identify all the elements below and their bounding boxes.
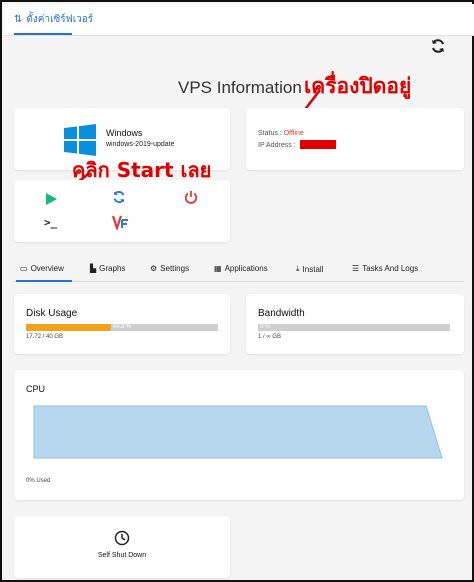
desktop-icon: ▭ — [20, 264, 28, 273]
ip-address-line: IP Address : — [258, 140, 336, 149]
status-line: Status : Offline — [258, 130, 304, 137]
top-navigation: ⇅ ตั้งค่าเซิร์ฟเวอร์ — [4, 4, 474, 36]
cpu-used-label: 0% Used — [26, 478, 51, 484]
app-frame: ⇅ ตั้งค่าเซิร์ฟเวอร์ VPS Information เคร… — [0, 0, 474, 582]
restart-button[interactable] — [112, 190, 128, 206]
cpu-usage-area — [33, 405, 443, 459]
active-tab-indicator — [16, 280, 72, 282]
stop-button[interactable] — [184, 190, 200, 206]
bandwidth-percent: 0 % — [260, 324, 271, 330]
active-tab-indicator — [14, 33, 72, 35]
disk-usage-detail: 17.72 / 40 GB — [26, 334, 64, 340]
bandwidth-detail: 1 / ∞ GB — [258, 334, 281, 340]
tab-server-settings-label: ตั้งค่าเซิร์ฟเวอร์ — [26, 14, 94, 25]
bandwidth-bar: 0 % — [258, 324, 450, 331]
disk-usage-card: Disk Usage 44.3 % 17.72 / 40 GB — [14, 294, 230, 354]
bandwidth-title: Bandwidth — [258, 308, 305, 319]
tab-install-label: Install — [302, 264, 324, 274]
cpu-title: CPU — [26, 384, 46, 394]
play-icon — [46, 193, 57, 205]
tab-tasks-and-logs[interactable]: ☰ Tasks And Logs — [352, 264, 418, 273]
bar-chart-icon: ▙ — [90, 264, 97, 273]
status-value: Offline — [283, 130, 304, 137]
os-version: windows-2019-update — [106, 141, 175, 148]
status-card: Status : Offline IP Address : — [246, 108, 464, 170]
sliders-icon: ⇅ — [14, 14, 23, 25]
gear-icon: ⚙ — [150, 264, 158, 273]
cpu-card: CPU 0% Used — [14, 370, 464, 500]
list-icon: ☰ — [352, 264, 360, 273]
tab-settings[interactable]: ⚙ Settings — [150, 264, 189, 273]
tab-applications[interactable]: ▦ Applications — [214, 264, 268, 273]
page-title: VPS Information — [178, 78, 302, 97]
vnc-button[interactable] — [111, 214, 128, 232]
tab-server-settings[interactable]: ⇅ ตั้งค่าเซิร์ฟเวอร์ — [14, 12, 93, 27]
tab-graphs[interactable]: ▙ Graphs — [90, 264, 125, 273]
section-tabs: ▭ Overview ▙ Graphs ⚙ Settings ▦ Applica… — [14, 260, 464, 282]
download-icon: ⤓ — [296, 264, 300, 273]
disk-usage-bar: 44.3 % — [26, 324, 218, 331]
ip-address-label: IP Address : — [258, 142, 296, 149]
bandwidth-card: Bandwidth 0 % 1 / ∞ GB — [246, 294, 464, 354]
disk-usage-percent: 44.3 % — [112, 324, 132, 330]
tab-install[interactable]: ⤓ Install — [296, 264, 323, 274]
tab-tasks-and-logs-label: Tasks And Logs — [362, 264, 419, 273]
status-label: Status : — [258, 130, 282, 137]
tab-overview-label: Overview — [30, 264, 64, 273]
tab-graphs-label: Graphs — [99, 264, 126, 273]
disk-usage-title: Disk Usage — [26, 308, 78, 319]
start-button[interactable] — [44, 192, 60, 208]
self-shutdown-label: Self Shut Down — [97, 552, 147, 559]
ip-address-redaction — [299, 140, 336, 149]
tab-settings-label: Settings — [160, 264, 190, 273]
terminal-icon: >_ — [44, 216, 58, 229]
tab-applications-label: Applications — [224, 264, 268, 273]
power-controls-card: >_ — [14, 180, 230, 242]
self-shutdown-button[interactable]: Self Shut Down — [14, 516, 230, 578]
tab-overview[interactable]: ▭ Overview — [20, 264, 64, 273]
refresh-icon — [432, 39, 444, 53]
clock-icon — [114, 530, 130, 546]
refresh-icon — [113, 190, 125, 204]
apps-icon: ▦ — [214, 264, 222, 273]
windows-logo-icon — [64, 124, 96, 156]
os-name: Windows — [106, 128, 143, 138]
page-refresh-button[interactable] — [430, 38, 446, 54]
console-button[interactable]: >_ — [44, 216, 60, 232]
cpu-usage-chart — [33, 405, 443, 459]
power-icon — [184, 190, 198, 204]
vnc-icon — [111, 215, 128, 232]
